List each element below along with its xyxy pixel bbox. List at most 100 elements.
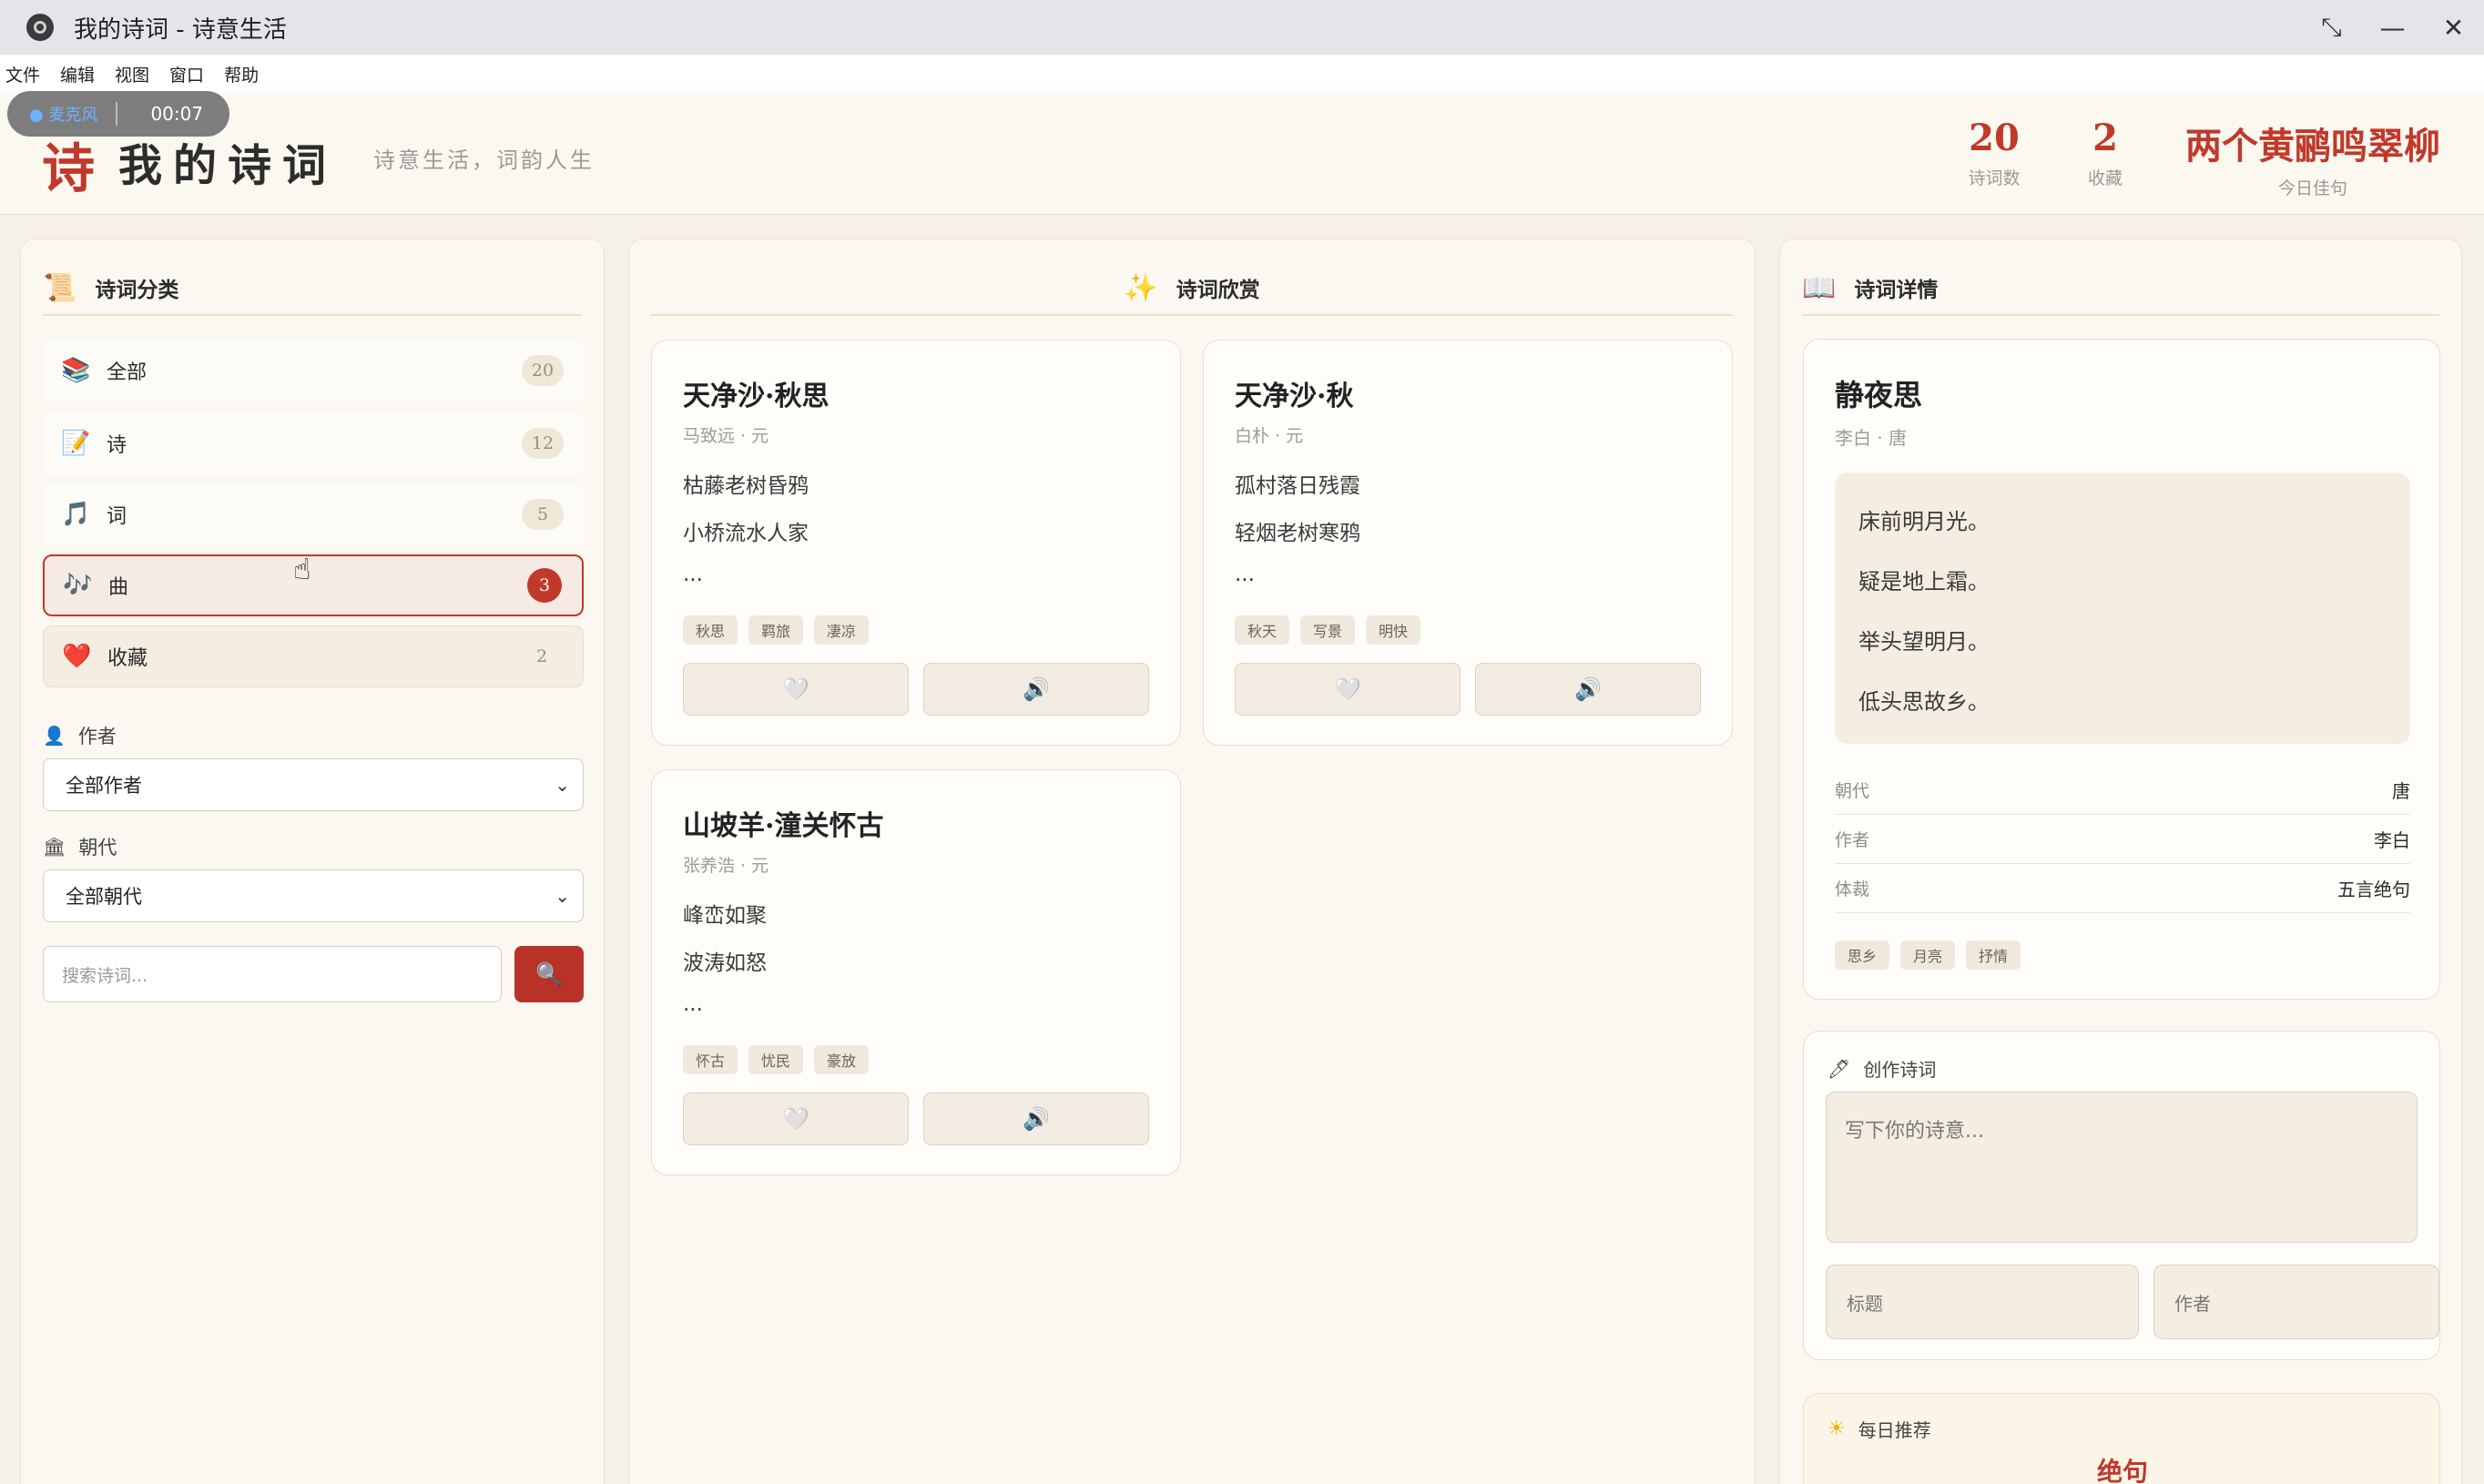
panel-header: 📜 诗词分类 — [43, 261, 582, 316]
detail-key: 体裁 — [1835, 879, 1870, 900]
panel-header: 📖 诗词详情 — [1802, 261, 2439, 316]
menu-view[interactable]: 视图 — [115, 62, 149, 86]
author-select-value: 全部作者 — [66, 775, 142, 797]
favorite-button[interactable]: 🤍 — [683, 1093, 909, 1145]
tag: 思乡 — [1835, 940, 1890, 970]
poem-card[interactable]: 天净沙·秋 白朴 · 元 孤村落日残霞 轻烟老树寒鸦 ... 秋天 写景 明快 … — [1203, 340, 1733, 746]
poem-title: 天净沙·秋 — [1235, 381, 1354, 412]
tag: 豪放 — [814, 1045, 870, 1074]
poem-content-textarea[interactable]: 写下你的诗意... — [1826, 1092, 2418, 1243]
poem-line: ... — [683, 563, 703, 586]
panel-title: 诗词分类 — [95, 279, 179, 302]
play-audio-button[interactable]: 🔊 — [1475, 663, 1701, 716]
app-header: 诗 我的诗词 诗意生活，词韵人生 20 诗词数 2 收藏 两个黄鹂鸣翠柳 今日佳… — [0, 93, 2484, 215]
category-label: 曲 — [108, 576, 129, 599]
detail-key: 作者 — [1835, 830, 1870, 850]
title-input[interactable]: 标题 — [1826, 1265, 2139, 1339]
stat-poem-count: 20 诗词数 — [1949, 117, 2040, 189]
heart-icon: 🤍 — [782, 1106, 809, 1132]
category-count: 3 — [527, 568, 562, 603]
stat-value: 两个黄鹂鸣翠柳 — [2185, 125, 2440, 168]
category-all[interactable]: 📚 全部 20 — [43, 340, 584, 401]
menu-bar: 文件 编辑 视图 窗口 帮助 — [0, 55, 2484, 93]
app-logo-icon — [26, 14, 54, 41]
create-poem-card: 🖊 创作诗词 写下你的诗意... 标题 作者 — [1803, 1031, 2440, 1360]
close-icon[interactable]: ✕ — [2423, 0, 2484, 55]
category-ci[interactable]: 🎵 词 5 — [43, 483, 584, 545]
stat-label: 诗词数 — [1968, 168, 2021, 188]
poem-card[interactable]: 山坡羊·潼关怀古 张养浩 · 元 峰峦如聚 波涛如怒 ... 怀古 忧民 豪放 … — [651, 769, 1181, 1175]
temple-icon: 🏛 — [43, 836, 66, 858]
menu-file[interactable]: 文件 — [5, 62, 40, 86]
author-select[interactable]: 全部作者 ⌄ — [43, 758, 584, 811]
detail-tag-list: 思乡 月亮 抒情 — [1835, 940, 2031, 970]
textarea-placeholder: 写下你的诗意... — [1845, 1120, 1984, 1143]
title-placeholder: 标题 — [1847, 1292, 1883, 1315]
category-label: 词 — [107, 505, 127, 528]
stat-value: 20 — [1969, 117, 2020, 159]
menu-edit[interactable]: 编辑 — [60, 62, 95, 86]
poem-line: 波涛如怒 — [683, 951, 767, 975]
title-bar: 我的诗词 - 诗意生活 ⤡ — ✕ — [0, 0, 2484, 55]
tag: 羁旅 — [748, 615, 804, 645]
poem-line: 低头思故乡。 — [1858, 689, 1990, 715]
author-input[interactable]: 作者 — [2153, 1265, 2439, 1339]
create-title: 创作诗词 — [1863, 1059, 1937, 1081]
tag: 明快 — [1366, 615, 1421, 645]
category-qu[interactable]: 🎶 曲 3 — [43, 554, 584, 616]
search-button[interactable]: 🔍 — [514, 946, 584, 1002]
window-title: 我的诗词 - 诗意生活 — [74, 15, 287, 44]
panel-title: 诗词详情 — [1854, 279, 1939, 302]
mouse-pointer-icon: ☝ — [293, 552, 311, 586]
category-favorites[interactable]: ❤️ 收藏 2 — [43, 625, 584, 687]
speaker-icon: 🔊 — [1023, 676, 1050, 702]
dynasty-select[interactable]: 全部朝代 ⌄ — [43, 869, 584, 922]
gallery-panel: ✨ 诗词欣赏 天净沙·秋思 马致远 · 元 枯藤老树昏鸦 小桥流水人家 ... … — [628, 239, 1756, 1484]
tag: 凄凉 — [814, 615, 870, 645]
search-placeholder: 搜索诗词... — [62, 965, 148, 986]
tag: 抒情 — [1966, 940, 2021, 970]
tag: 忧民 — [748, 1045, 804, 1074]
favorite-button[interactable]: 🤍 — [1235, 663, 1461, 716]
play-audio-button[interactable]: 🔊 — [923, 1093, 1149, 1145]
detail-value: 五言绝句 — [2337, 879, 2410, 900]
category-panel: 📜 诗词分类 📚 全部 20 📝 诗 12 🎵 词 5 🎶 曲 3 ❤️ 收藏 … — [20, 239, 605, 1484]
search-icon: 🔍 — [535, 961, 563, 987]
poem-card[interactable]: 天净沙·秋思 马致远 · 元 枯藤老树昏鸦 小桥流水人家 ... 秋思 羁旅 凄… — [651, 340, 1181, 746]
stat-favorites: 2 收藏 — [2060, 117, 2151, 189]
favorite-button[interactable]: 🤍 — [683, 663, 909, 716]
menu-help[interactable]: 帮助 — [224, 62, 259, 86]
poem-detail-card: 静夜思 李白 · 唐 床前明月光。 疑是地上霜。 举头望明月。 低头思故乡。 朝… — [1803, 339, 2440, 1000]
daily-poem-title: 绝句 — [2096, 1457, 2148, 1484]
chevron-down-icon: ⌄ — [555, 885, 570, 907]
stat-value: 2 — [2092, 117, 2118, 159]
scroll-icon: 📜 — [43, 271, 77, 304]
category-count: 5 — [522, 499, 564, 530]
stat-daily-line: 两个黄鹂鸣翠柳 今日佳句 — [2178, 117, 2448, 199]
dynasty-select-value: 全部朝代 — [66, 886, 142, 908]
music-notes-icon: 🎶 — [63, 572, 93, 599]
category-count: 12 — [522, 428, 564, 459]
poem-line: ... — [683, 992, 703, 1016]
books-icon: 📚 — [61, 357, 91, 384]
poem-line: 举头望明月。 — [1858, 629, 1990, 655]
menu-window[interactable]: 窗口 — [169, 62, 204, 86]
poem-title: 山坡羊·潼关怀古 — [683, 810, 884, 842]
create-header: 🖊 创作诗词 — [1827, 1055, 1936, 1082]
minimize-icon[interactable]: — — [2362, 0, 2423, 55]
logo: 诗 — [42, 137, 96, 199]
poem-line: ... — [1235, 563, 1255, 586]
restore-icon[interactable]: ⤡ — [2301, 0, 2362, 55]
category-shi[interactable]: 📝 诗 12 — [43, 412, 584, 474]
recording-indicator[interactable]: ● 麦克风 00:07 — [7, 91, 229, 137]
author-label: 作者 — [77, 726, 117, 747]
tag: 怀古 — [683, 1045, 738, 1074]
stat-label: 今日佳句 — [2277, 178, 2347, 198]
poem-title: 天净沙·秋思 — [683, 381, 830, 412]
play-audio-button[interactable]: 🔊 — [923, 663, 1149, 716]
panel-header: ✨ 诗词欣赏 — [651, 261, 1733, 316]
detail-row-author: 作者 李白 — [1835, 815, 2410, 864]
poem-meta: 白朴 · 元 — [1235, 426, 1304, 446]
divider — [116, 102, 118, 126]
search-input[interactable]: 搜索诗词... — [43, 946, 502, 1002]
